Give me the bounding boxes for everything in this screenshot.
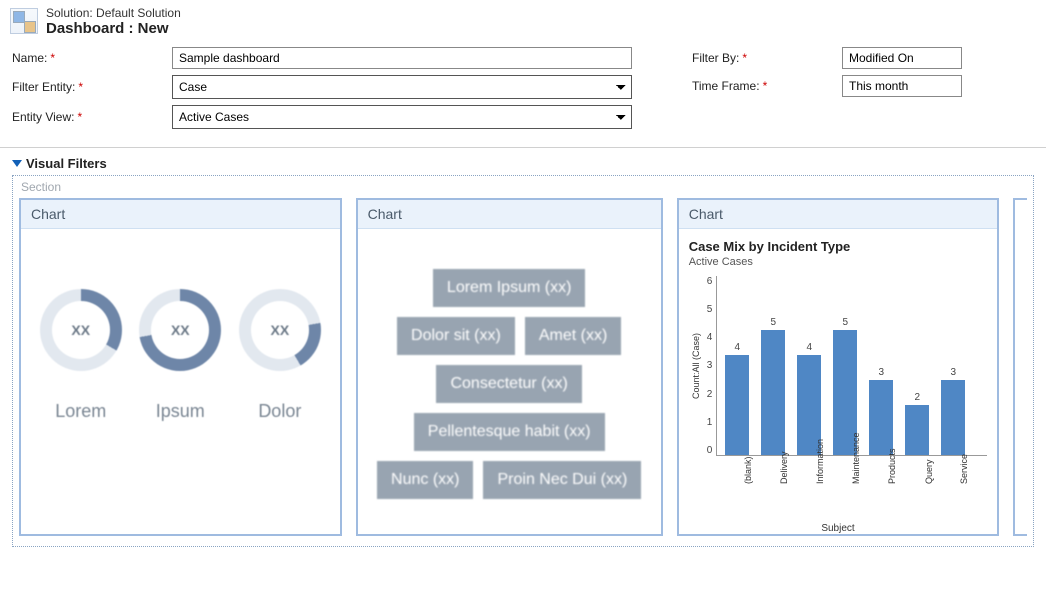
bar-column: 5: [759, 317, 787, 455]
tag-cloud: Lorem Ipsum (xx) Dolor sit (xx) Amet (xx) C…: [368, 239, 651, 529]
divider: [0, 147, 1046, 148]
gauge-label: Dolor: [258, 401, 301, 422]
entity-view-label: Entity View:*: [12, 110, 172, 124]
gauge-item: XX Ipsum: [139, 289, 221, 422]
bar-column: 2: [903, 392, 931, 455]
chart-card-tags[interactable]: Chart Lorem Ipsum (xx) Dolor sit (xx) Amet…: [356, 198, 663, 536]
chart-card-bars[interactable]: Chart Case Mix by Incident Type Active C…: [677, 198, 1000, 536]
chart-header: Chart: [21, 200, 340, 229]
dashboard-icon: [10, 8, 38, 34]
time-frame-label: Time Frame:*: [692, 79, 842, 93]
form-area: Name:* Filter Entity:* Case Entity View:…: [0, 47, 1046, 143]
bar-column: 3: [939, 367, 967, 455]
y-axis-label: Count:All (Case): [689, 276, 703, 456]
tag-item: Proin Nec Dui (xx): [483, 461, 641, 499]
filter-entity-label: Filter Entity:*: [12, 80, 172, 94]
chart-card-gauges[interactable]: Chart XX Lorem XX Ipsum XX Dolor: [19, 198, 342, 536]
page-title: Dashboard : New: [46, 20, 181, 37]
title-bar: Solution: Default Solution Dashboard : N…: [0, 0, 1046, 47]
x-axis-ticks: (blank)DeliveryInformationMaintenancePro…: [689, 458, 988, 473]
filter-by-input[interactable]: [842, 47, 962, 69]
filter-by-label: Filter By:*: [692, 51, 842, 65]
name-label: Name:*: [12, 51, 172, 65]
bar-column: 4: [723, 342, 751, 455]
tag-item: Lorem Ipsum (xx): [433, 269, 585, 307]
x-axis-label: Subject: [689, 523, 988, 534]
gauge-item: XX Dolor: [239, 289, 321, 422]
filter-entity-select[interactable]: Case: [172, 75, 632, 99]
section-label: Section: [19, 178, 1027, 198]
name-input[interactable]: [172, 47, 632, 69]
solution-label: Solution: Default Solution: [46, 6, 181, 20]
y-axis-ticks: 6543210: [703, 276, 717, 456]
bar-chart-subtitle: Active Cases: [689, 256, 988, 268]
gauge-label: Lorem: [55, 401, 106, 422]
entity-view-select[interactable]: Active Cases: [172, 105, 632, 129]
donut-gauge-icon: XX: [239, 289, 321, 371]
donut-gauge-icon: XX: [40, 289, 122, 371]
time-frame-input[interactable]: [842, 75, 962, 97]
tag-item: Consectetur (xx): [436, 365, 581, 403]
chart-card-peek[interactable]: [1013, 198, 1027, 536]
bar-plot: 4545323: [716, 276, 987, 456]
gauge-item: XX Lorem: [40, 289, 122, 422]
donut-gauge-icon: XX: [139, 289, 221, 371]
bar-column: 3: [867, 367, 895, 455]
chart-header: Chart: [358, 200, 661, 229]
visual-filters-heading: Visual Filters: [26, 156, 107, 171]
visual-filters-toggle[interactable]: Visual Filters: [0, 150, 1046, 175]
caret-down-icon: [12, 160, 22, 167]
tag-item: Dolor sit (xx): [397, 317, 515, 355]
tag-item: Amet (xx): [525, 317, 621, 355]
bar-chart-title: Case Mix by Incident Type: [689, 239, 988, 254]
gauge-label: Ipsum: [156, 401, 205, 422]
chart-header: Chart: [679, 200, 998, 229]
tag-item: Pellentesque habit (xx): [414, 413, 605, 451]
visual-filters-section: Section Chart XX Lorem XX Ipsum XX Do: [12, 175, 1034, 547]
tag-item: Nunc (xx): [377, 461, 473, 499]
